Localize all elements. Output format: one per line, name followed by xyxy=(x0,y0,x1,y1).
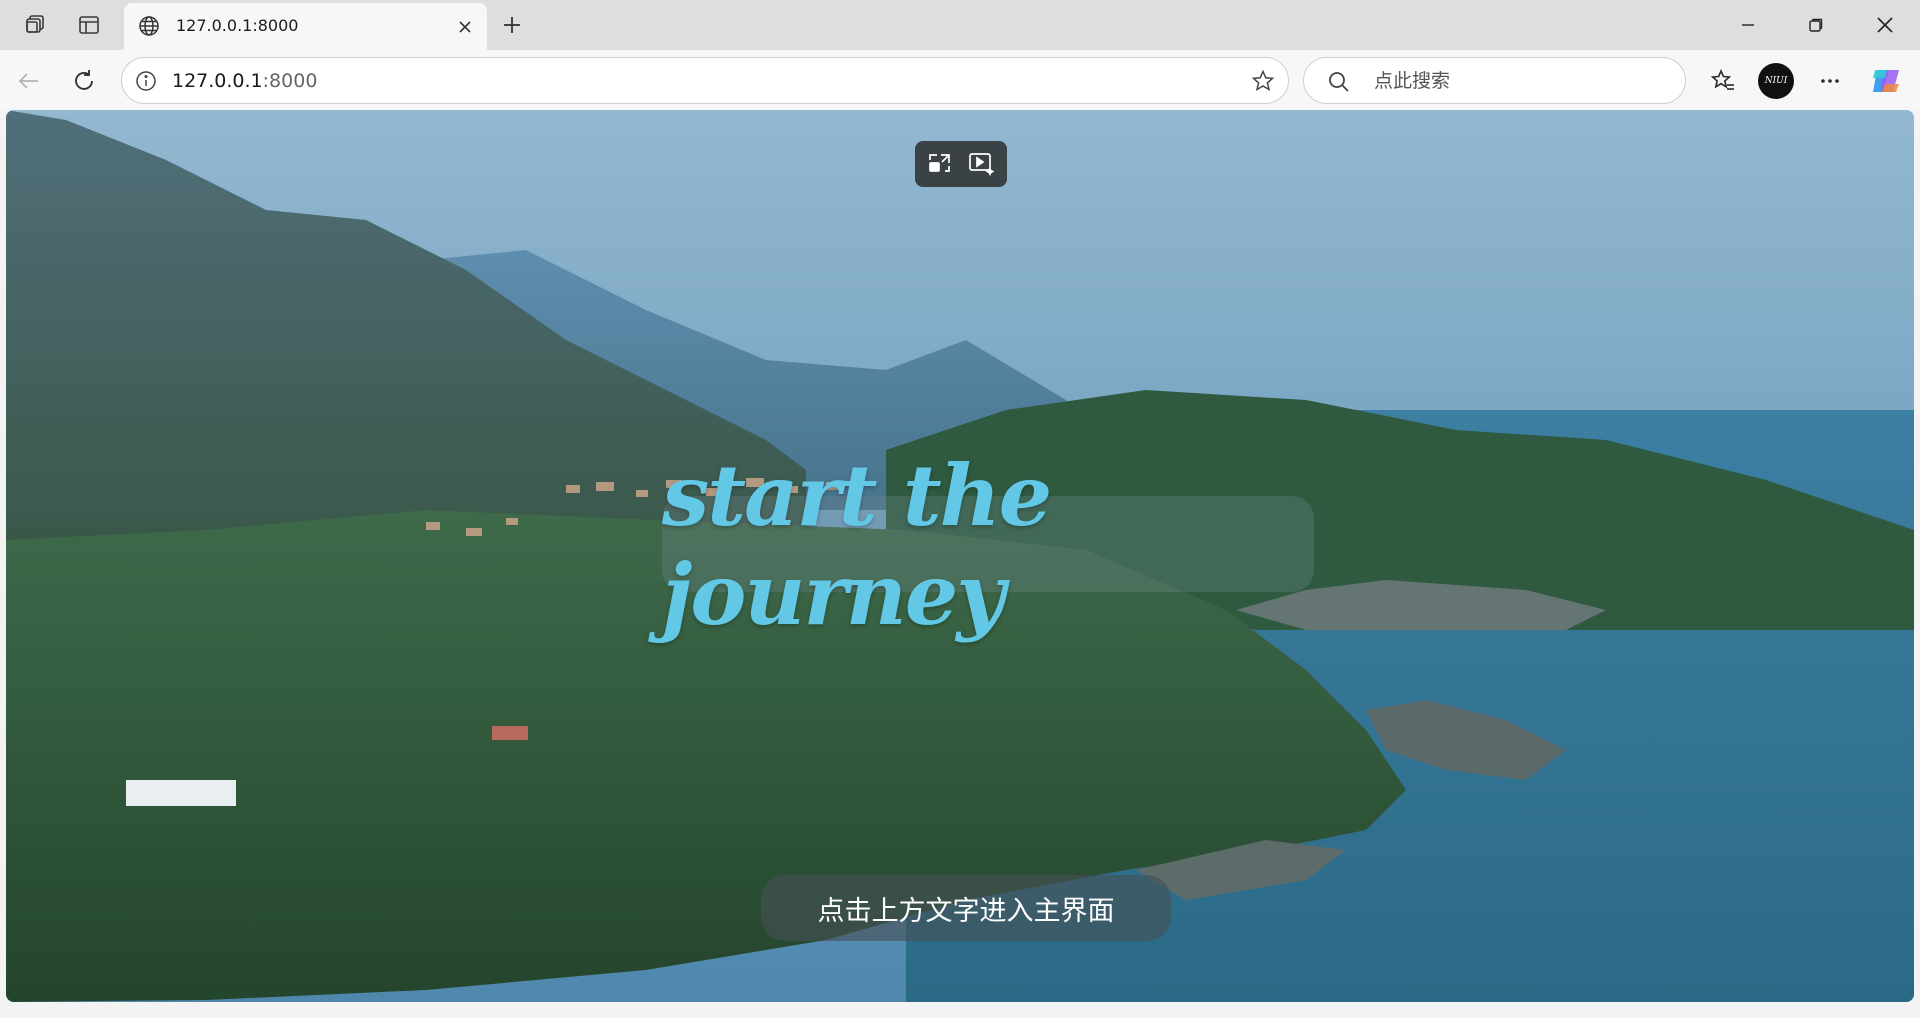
tab-title: 127.0.0.1:8000 xyxy=(176,16,299,35)
back-icon[interactable] xyxy=(12,64,46,98)
globe-icon xyxy=(136,13,162,39)
avatar[interactable]: NIUI xyxy=(1758,63,1794,99)
search-input[interactable] xyxy=(1372,66,1662,96)
url-port: :8000 xyxy=(262,70,318,92)
tab-actions-icon[interactable] xyxy=(73,9,105,41)
window-close-icon[interactable] xyxy=(1862,8,1908,42)
url-text: 127.0.0.1:8000 xyxy=(172,70,317,92)
tab-strip: 127.0.0.1:8000 xyxy=(0,0,1920,50)
browser-toolbar: 127.0.0.1:8000 NIUI xyxy=(0,50,1920,110)
hint-caption: 点击上方文字进入主界面 xyxy=(761,875,1171,941)
favorites-icon[interactable] xyxy=(1706,64,1740,98)
more-icon[interactable] xyxy=(1813,64,1847,98)
video-overlay-controls xyxy=(915,141,1007,187)
workspaces-icon[interactable] xyxy=(19,9,51,41)
close-icon[interactable] xyxy=(453,15,477,39)
search-icon xyxy=(1326,69,1352,95)
start-journey-link[interactable]: start the journey xyxy=(662,446,1314,644)
plus-icon[interactable] xyxy=(496,9,528,41)
address-bar[interactable]: 127.0.0.1:8000 xyxy=(121,57,1289,104)
minimize-icon[interactable] xyxy=(1725,8,1771,42)
window-bottom-edge xyxy=(0,1002,1920,1018)
search-box[interactable] xyxy=(1303,57,1686,104)
copilot-icon[interactable] xyxy=(1867,62,1905,100)
info-icon[interactable] xyxy=(134,69,158,93)
restore-icon[interactable] xyxy=(1793,8,1839,42)
avatar-initials: NIUI xyxy=(1764,76,1788,86)
url-host: 127.0.0.1 xyxy=(172,70,263,92)
star-icon[interactable] xyxy=(1250,68,1276,94)
page-viewport: start the journey 点击上方文字进入主界面 xyxy=(6,110,1914,1002)
video-ai-icon[interactable] xyxy=(965,147,999,181)
pip-exit-icon[interactable] xyxy=(923,147,957,181)
refresh-icon[interactable] xyxy=(67,64,101,98)
tab-localhost[interactable]: 127.0.0.1:8000 xyxy=(124,3,487,50)
